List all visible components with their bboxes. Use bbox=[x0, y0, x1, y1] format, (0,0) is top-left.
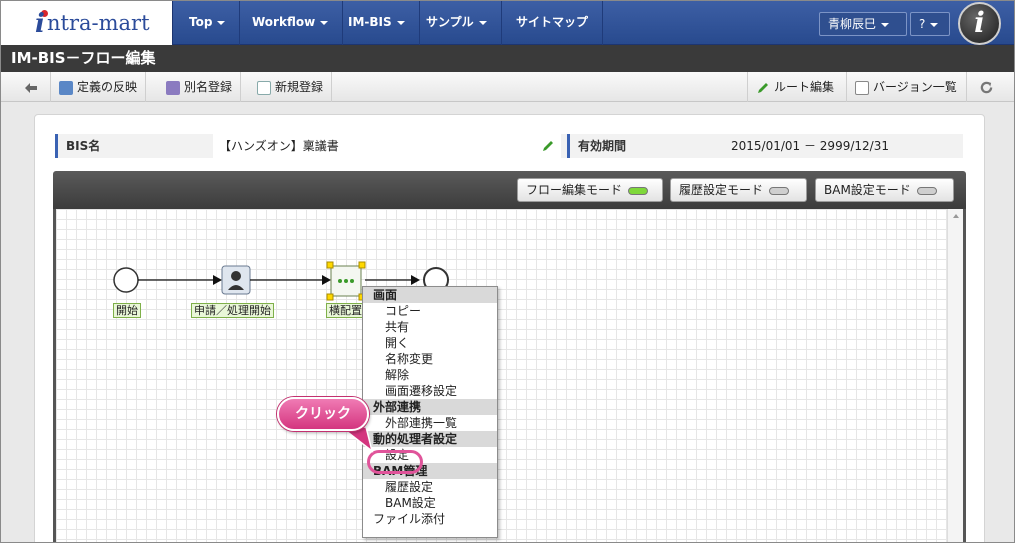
click-callout: クリック bbox=[277, 397, 369, 431]
menu-header-dynamic-processor: 動的処理者設定 bbox=[363, 431, 497, 447]
menu-item-bam[interactable]: BAM設定 bbox=[363, 495, 497, 511]
selection-handle[interactable] bbox=[358, 261, 366, 269]
person-icon bbox=[231, 271, 241, 281]
node-dot bbox=[344, 279, 348, 283]
menu-item-external-list[interactable]: 外部連携一覧 bbox=[363, 415, 497, 431]
node-dot bbox=[350, 279, 354, 283]
menu-item-open[interactable]: 開く bbox=[363, 335, 497, 351]
parallel-node-label: 横配置 bbox=[326, 303, 365, 318]
context-menu: 画面 コピー 共有 開く 名称変更 解除 画面遷移設定 外部連携 外部連携一覧 … bbox=[362, 286, 498, 538]
apply-node-label: 申請／処理開始 bbox=[191, 303, 274, 318]
app-window: i ntra-mart Top Workflow IM-BIS サンプル サイト… bbox=[0, 0, 1015, 543]
arrow-head bbox=[213, 275, 222, 285]
menu-item-share[interactable]: 共有 bbox=[363, 319, 497, 335]
menu-header-external: 外部連携 bbox=[363, 399, 497, 415]
node-dot bbox=[338, 279, 342, 283]
selection-handle[interactable] bbox=[326, 293, 334, 301]
selection-handle[interactable] bbox=[326, 261, 334, 269]
start-node[interactable] bbox=[113, 267, 139, 293]
arrow-head bbox=[411, 275, 420, 285]
menu-item-copy[interactable]: コピー bbox=[363, 303, 497, 319]
menu-item-screen-transition[interactable]: 画面遷移設定 bbox=[363, 383, 497, 399]
menu-header-screen: 画面 bbox=[363, 287, 497, 303]
flow-diagram bbox=[113, 261, 449, 301]
arrow-head bbox=[322, 275, 331, 285]
menu-item-rename[interactable]: 名称変更 bbox=[363, 351, 497, 367]
menu-item-history[interactable]: 履歴設定 bbox=[363, 479, 497, 495]
menu-item-attach[interactable]: ファイル添付 bbox=[363, 511, 497, 527]
start-node-label: 開始 bbox=[113, 303, 141, 318]
menu-item-release[interactable]: 解除 bbox=[363, 367, 497, 383]
